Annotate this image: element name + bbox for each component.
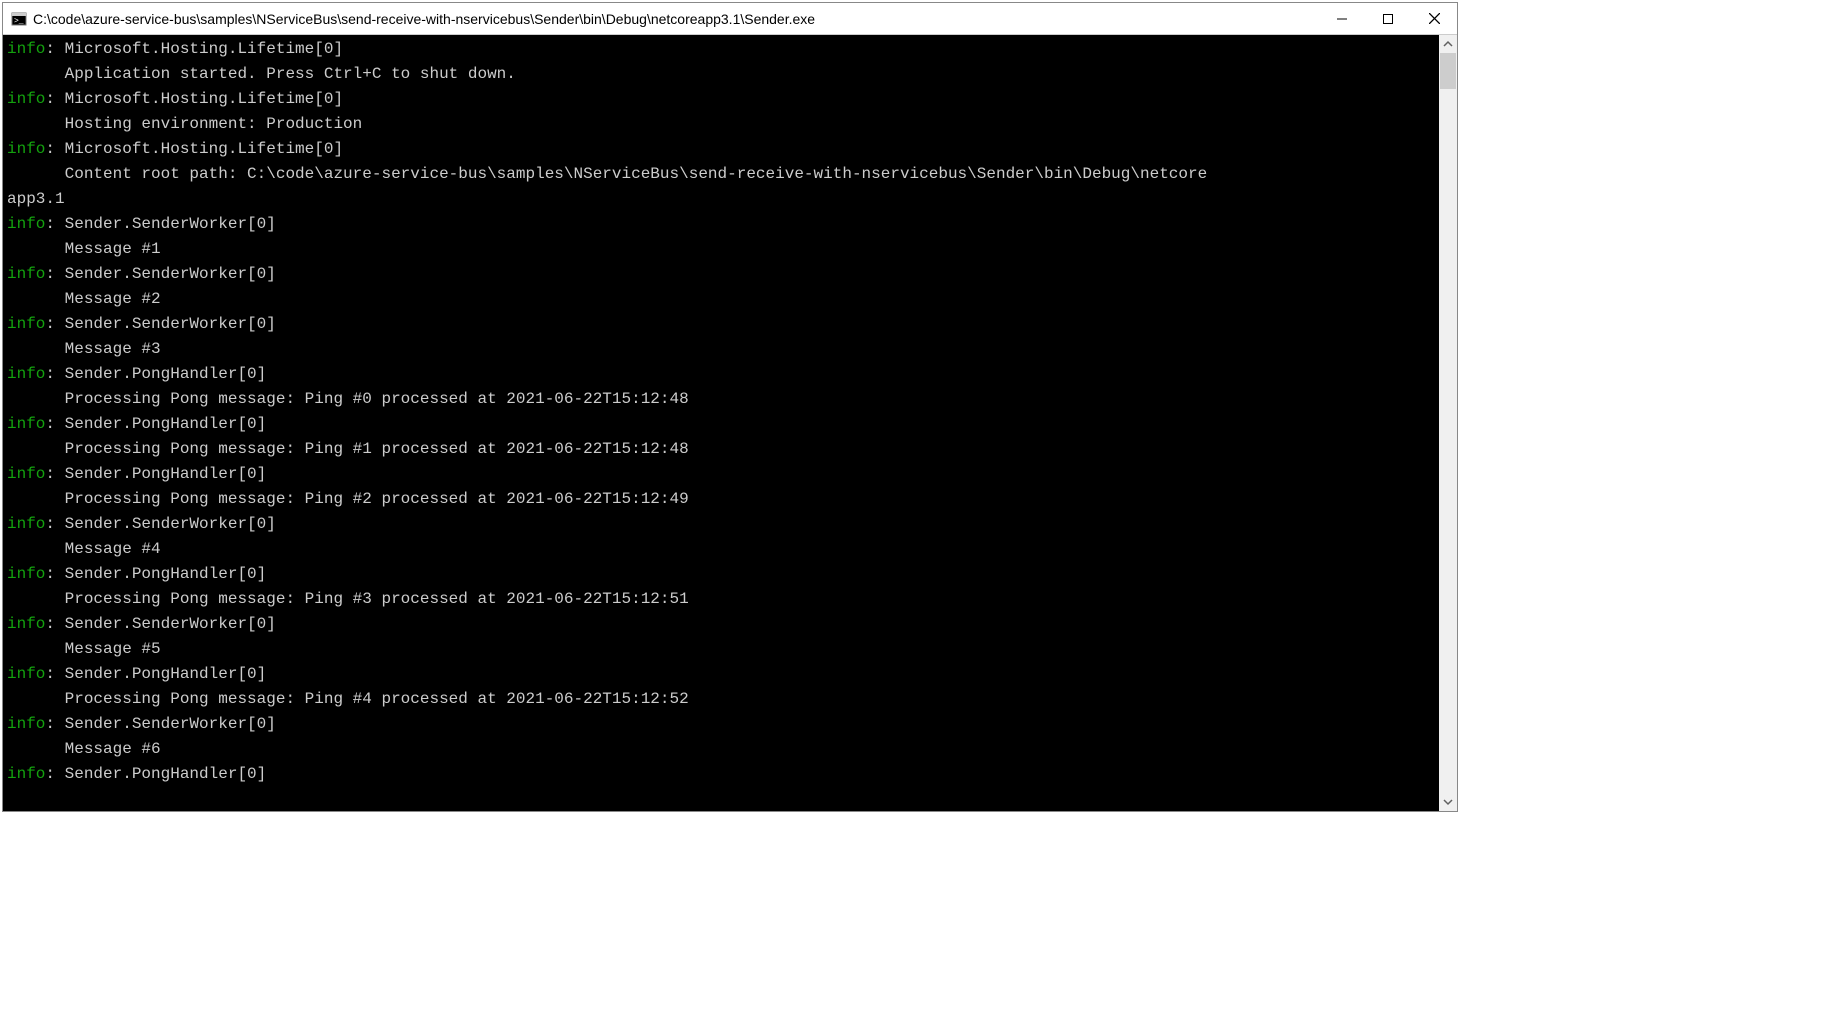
log-source: : Sender.SenderWorker[0] — [45, 715, 275, 733]
log-line: info: Sender.PongHandler[0] — [7, 462, 1439, 487]
log-message: Processing Pong message: Ping #4 process… — [7, 687, 1439, 712]
log-message-wrap: app3.1 — [7, 187, 1439, 212]
log-message: Message #1 — [7, 237, 1439, 262]
log-message: Message #4 — [7, 537, 1439, 562]
log-source: : Sender.PongHandler[0] — [45, 765, 266, 783]
close-button[interactable] — [1411, 3, 1457, 34]
log-line: info: Sender.SenderWorker[0] — [7, 312, 1439, 337]
window-controls — [1319, 3, 1457, 34]
log-message: Processing Pong message: Ping #0 process… — [7, 387, 1439, 412]
svg-text:>_: >_ — [14, 17, 24, 26]
log-line: info: Microsoft.Hosting.Lifetime[0] — [7, 87, 1439, 112]
log-line: info: Sender.PongHandler[0] — [7, 412, 1439, 437]
log-line: info: Microsoft.Hosting.Lifetime[0] — [7, 137, 1439, 162]
log-line: info: Sender.SenderWorker[0] — [7, 612, 1439, 637]
log-message: Processing Pong message: Ping #1 process… — [7, 437, 1439, 462]
log-level: info — [7, 415, 45, 433]
log-level: info — [7, 265, 45, 283]
log-level: info — [7, 465, 45, 483]
log-level: info — [7, 765, 45, 783]
log-source: : Microsoft.Hosting.Lifetime[0] — [45, 140, 343, 158]
titlebar[interactable]: >_ C:\code\azure-service-bus\samples\NSe… — [3, 3, 1457, 35]
log-message: Application started. Press Ctrl+C to shu… — [7, 62, 1439, 87]
scroll-down-arrow-icon[interactable] — [1439, 793, 1457, 811]
log-source: : Sender.PongHandler[0] — [45, 565, 266, 583]
scroll-up-arrow-icon[interactable] — [1439, 35, 1457, 53]
log-message: Message #3 — [7, 337, 1439, 362]
scroll-thumb[interactable] — [1440, 53, 1456, 89]
log-message: Message #2 — [7, 287, 1439, 312]
console-window: >_ C:\code\azure-service-bus\samples\NSe… — [2, 2, 1458, 812]
console-output[interactable]: info: Microsoft.Hosting.Lifetime[0] Appl… — [3, 35, 1439, 811]
log-message: Message #6 — [7, 737, 1439, 762]
scroll-track[interactable] — [1439, 53, 1457, 793]
log-line: info: Sender.SenderWorker[0] — [7, 262, 1439, 287]
log-source: : Sender.PongHandler[0] — [45, 415, 266, 433]
log-level: info — [7, 365, 45, 383]
log-source: : Sender.SenderWorker[0] — [45, 215, 275, 233]
log-source: : Microsoft.Hosting.Lifetime[0] — [45, 90, 343, 108]
log-line: info: Sender.SenderWorker[0] — [7, 212, 1439, 237]
log-level: info — [7, 615, 45, 633]
log-level: info — [7, 215, 45, 233]
log-level: info — [7, 140, 45, 158]
log-source: : Microsoft.Hosting.Lifetime[0] — [45, 40, 343, 58]
log-line: info: Sender.PongHandler[0] — [7, 362, 1439, 387]
log-message: Content root path: C:\code\azure-service… — [7, 162, 1439, 187]
log-source: : Sender.PongHandler[0] — [45, 665, 266, 683]
log-level: info — [7, 515, 45, 533]
log-message: Processing Pong message: Ping #2 process… — [7, 487, 1439, 512]
vertical-scrollbar[interactable] — [1439, 35, 1457, 811]
log-line: info: Microsoft.Hosting.Lifetime[0] — [7, 37, 1439, 62]
log-message: Message #5 — [7, 637, 1439, 662]
maximize-button[interactable] — [1365, 3, 1411, 34]
log-source: : Sender.PongHandler[0] — [45, 365, 266, 383]
log-source: : Sender.SenderWorker[0] — [45, 615, 275, 633]
log-source: : Sender.SenderWorker[0] — [45, 315, 275, 333]
log-line: info: Sender.SenderWorker[0] — [7, 712, 1439, 737]
window-title: C:\code\azure-service-bus\samples\NServi… — [33, 11, 815, 27]
minimize-button[interactable] — [1319, 3, 1365, 34]
log-message: Hosting environment: Production — [7, 112, 1439, 137]
log-source: : Sender.PongHandler[0] — [45, 465, 266, 483]
log-level: info — [7, 665, 45, 683]
log-line: info: Sender.SenderWorker[0] — [7, 512, 1439, 537]
log-message: Processing Pong message: Ping #3 process… — [7, 587, 1439, 612]
log-level: info — [7, 90, 45, 108]
log-level: info — [7, 40, 45, 58]
log-line: info: Sender.PongHandler[0] — [7, 762, 1439, 787]
app-icon: >_ — [11, 11, 27, 27]
client-area: info: Microsoft.Hosting.Lifetime[0] Appl… — [3, 35, 1457, 811]
log-line: info: Sender.PongHandler[0] — [7, 662, 1439, 687]
log-source: : Sender.SenderWorker[0] — [45, 265, 275, 283]
log-level: info — [7, 315, 45, 333]
log-line: info: Sender.PongHandler[0] — [7, 562, 1439, 587]
log-level: info — [7, 565, 45, 583]
log-level: info — [7, 715, 45, 733]
log-source: : Sender.SenderWorker[0] — [45, 515, 275, 533]
